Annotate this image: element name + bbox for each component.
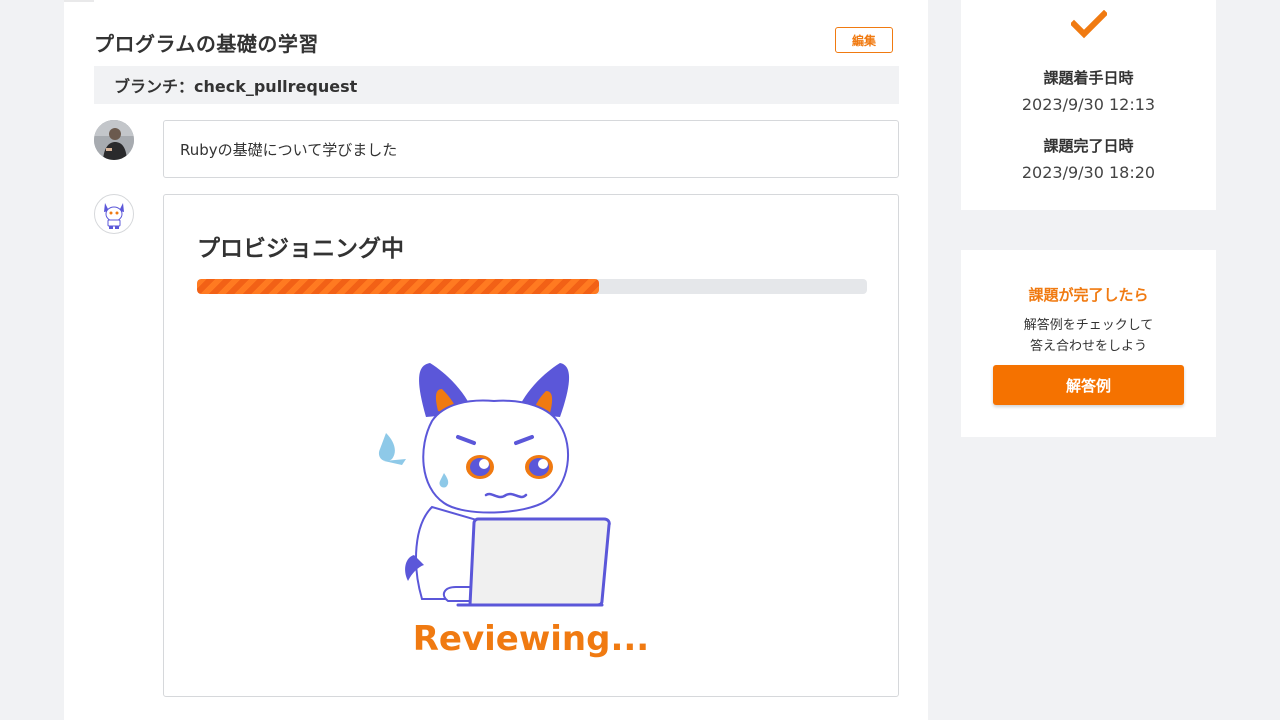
review-panel: プロビジョニング中 Reviewing... [163, 194, 899, 697]
completion-card: 課題が完了したら 解答例をチェックして 答え合わせをしよう 解答例 [961, 250, 1216, 437]
end-date-value: 2023/9/30 18:20 [1021, 163, 1156, 182]
completion-desc-line1: 解答例をチェックして [1023, 318, 1154, 333]
end-date-label: 課題完了日時 [1043, 137, 1134, 155]
check-icon [1071, 10, 1107, 39]
comment-text: Rubyの基礎について学びました [180, 140, 398, 159]
completion-desc-line2: 答え合わせをしよう [1029, 339, 1147, 354]
fox-mascot-avatar-icon [104, 203, 124, 229]
task-dates-card: 課題着手日時 2023/9/30 12:13 課題完了日時 2023/9/30 … [961, 0, 1216, 210]
progress-fill [197, 279, 599, 294]
user-avatar-icon [94, 120, 134, 160]
start-date-label: 課題着手日時 [1043, 69, 1134, 87]
branch-label: ブランチ：check_pullrequest [114, 77, 358, 96]
user-avatar[interactable] [94, 120, 134, 160]
sweat-drop-icon [378, 433, 395, 462]
page-title: プログラムの基礎の学習 [94, 32, 319, 56]
completion-description: 解答例をチェックして 答え合わせをしよう [961, 315, 1216, 357]
progress-bar [197, 279, 867, 294]
comment-box: Rubyの基礎について学びました [163, 120, 899, 178]
corner-mark [64, 0, 94, 2]
edit-button[interactable]: 編集 [835, 27, 893, 53]
provisioning-title: プロビジョニング中 [197, 236, 404, 262]
answer-example-button[interactable]: 解答例 [993, 365, 1184, 405]
bot-avatar[interactable] [94, 194, 134, 234]
reviewing-status: Reviewing... [412, 619, 650, 659]
completion-title: 課題が完了したら [1028, 286, 1149, 304]
start-date-value: 2023/9/30 12:13 [1021, 95, 1156, 114]
branch-bar: ブランチ：check_pullrequest [94, 66, 899, 104]
fox-mascot-icon [378, 363, 611, 607]
